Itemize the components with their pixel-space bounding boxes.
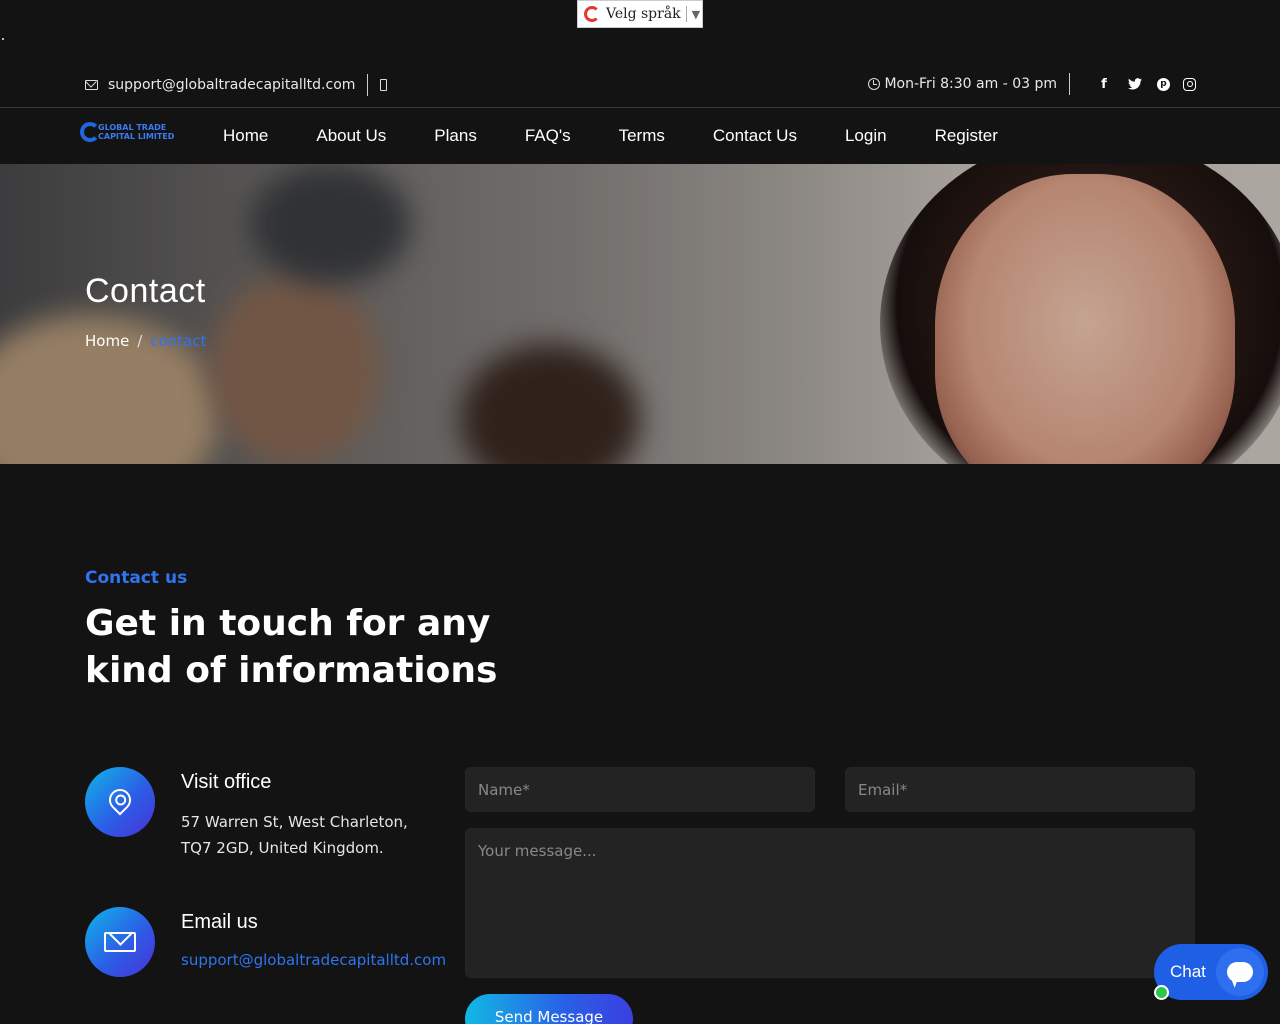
nav-about-us[interactable]: About Us [292,126,410,146]
envelope-icon [85,907,155,977]
hero-overlay [0,164,1280,464]
email-link[interactable]: support@globaltradecapitalltd.com [181,951,446,969]
instagram-icon[interactable] [1183,77,1196,91]
logo-mark [80,122,100,142]
google-translate-icon [582,4,602,24]
topbar-email[interactable]: support@globaltradecapitalltd.com [108,77,355,93]
nav-login[interactable]: Login [821,126,911,146]
nav-links: Home About Us Plans FAQ's Terms Contact … [199,108,1022,164]
divider [685,6,687,22]
office-title: Visit office [181,771,272,793]
mail-icon [85,80,98,90]
email-title: Email us [181,911,258,933]
clock-icon [868,78,881,90]
office-info: Visit office 57 Warren St, West Charleto… [85,767,455,867]
divider [367,74,369,96]
name-field[interactable]: Name* [465,767,815,812]
chat-label: Chat [1170,962,1206,981]
nav-register[interactable]: Register [911,126,1022,146]
decorative-dot [2,38,4,40]
section-headline: Get in touch for any kind of information… [85,603,498,691]
chat-widget[interactable]: Chat [1154,944,1268,1000]
logo-line-1: GLOBAL TRADE [98,123,167,132]
breadcrumb-separator: / [137,332,143,350]
breadcrumb-current: contact [150,332,207,350]
brand-logo[interactable]: GLOBAL TRADE CAPITAL LIMITED [80,122,174,142]
facebook-icon[interactable]: f [1095,75,1113,93]
section-kicker: Contact us [85,568,188,588]
nav-plans[interactable]: Plans [410,126,501,146]
hero-banner: Contact Home / contact [0,164,1280,464]
phone-icon[interactable] [380,79,388,91]
message-field[interactable]: Your message... [465,828,1195,978]
send-message-button[interactable]: Send Message [465,994,633,1024]
chat-bubble-icon[interactable] [1216,948,1264,996]
contact-strip: support@globaltradecapitalltd.com [85,74,388,96]
twitter-icon[interactable] [1126,75,1144,93]
breadcrumb: Home / contact [85,332,207,350]
location-icon [85,767,155,837]
top-bar: support@globaltradecapitalltd.com Mon-Fr… [0,60,1280,108]
hours-and-social: Mon-Fri 8:30 am - 03 pm f p [868,73,1196,95]
nav-contact-us[interactable]: Contact Us [689,126,821,146]
divider [1069,73,1070,95]
logo-text: GLOBAL TRADE CAPITAL LIMITED [98,123,174,141]
office-address: 57 Warren St, West Charleton, TQ7 2GD, U… [181,813,408,857]
pinterest-icon[interactable]: p [1157,77,1170,91]
email-info: Email us support@globaltradecapitalltd.c… [85,907,455,987]
main-nav: GLOBAL TRADE CAPITAL LIMITED Home About … [0,108,1280,164]
page-title: Contact [85,272,206,310]
nav-terms[interactable]: Terms [595,126,689,146]
breadcrumb-home[interactable]: Home [85,332,129,350]
chevron-down-icon[interactable]: ▼ [692,8,700,21]
nav-home[interactable]: Home [199,126,292,146]
logo-line-2: CAPITAL LIMITED [98,132,175,141]
language-selector[interactable]: Velg språk ▼ [577,0,703,28]
email-field[interactable]: Email* [845,767,1195,812]
business-hours: Mon-Fri 8:30 am - 03 pm [884,76,1057,92]
nav-faqs[interactable]: FAQ's [501,126,595,146]
language-selector-label: Velg språk [606,6,681,22]
online-status-indicator [1154,985,1169,1000]
